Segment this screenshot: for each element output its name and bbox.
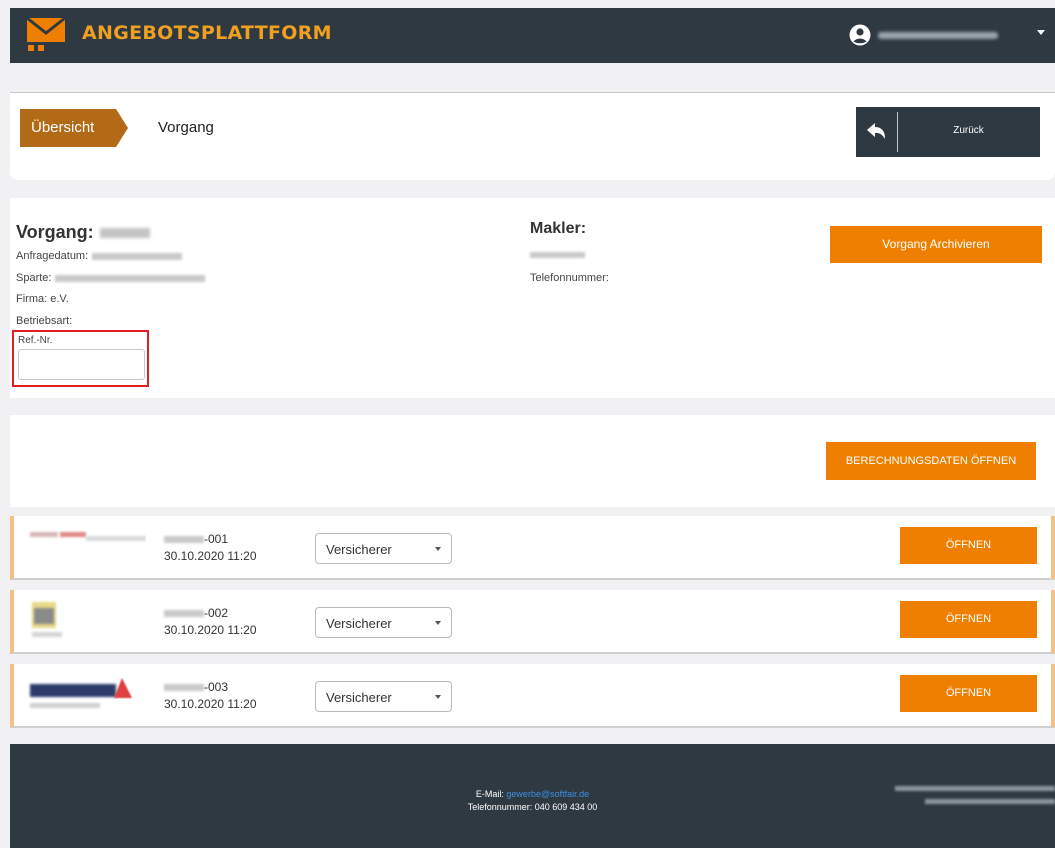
reply-arrow-icon [867, 123, 885, 139]
anfragedatum-row: Anfragedatum: [16, 250, 183, 262]
offer-datetime: 30.10.2020 11:20 [164, 697, 257, 711]
insurer-logo [32, 602, 62, 637]
chevron-down-icon [435, 547, 441, 551]
insurer-logo [30, 532, 146, 541]
makler-name-redacted [530, 252, 585, 258]
ref-nr-highlight: Ref.-Nr. [12, 330, 149, 387]
vorgang-id-redacted [99, 228, 150, 239]
insurer-logo [30, 678, 132, 708]
breadcrumb-arrow [116, 109, 128, 147]
breadcrumb-panel: Übersicht Vorgang Zurück [10, 92, 1055, 180]
open-offer-button[interactable]: ÖFFNEN [900, 527, 1037, 564]
offer-id: -002 [164, 606, 228, 620]
makler-telefon-label: Telefonnummer: [530, 272, 609, 284]
vorgang-heading: Vorgang: [16, 222, 150, 243]
breadcrumb-uebersicht[interactable]: Übersicht [20, 109, 116, 147]
ref-nr-input[interactable] [18, 349, 145, 380]
footer-copyright [895, 786, 1055, 812]
breadcrumb-vorgang: Vorgang [158, 119, 214, 136]
redacted-id [164, 684, 204, 692]
user-circle-icon[interactable] [849, 24, 871, 46]
offer-row: -003 30.10.2020 11:20 Versicherer ÖFFNEN [10, 664, 1055, 728]
offer-id: -001 [164, 532, 228, 546]
insurer-select[interactable]: Versicherer [315, 681, 452, 712]
envelope-logo-icon [26, 16, 66, 51]
back-button-label: Zurück [953, 125, 984, 136]
footer-email-link[interactable]: gewerbe@softfair.de [506, 789, 589, 799]
insurer-select[interactable]: Versicherer [315, 533, 452, 564]
offer-row: -001 30.10.2020 11:20 Versicherer ÖFFNEN [10, 516, 1055, 580]
footer: E-Mail: gewerbe@softfair.de Telefonnumme… [10, 744, 1055, 848]
offer-datetime: 30.10.2020 11:20 [164, 549, 257, 563]
redacted-id [164, 610, 204, 618]
chevron-down-icon [435, 695, 441, 699]
sparte-row: Sparte: [16, 272, 206, 284]
insurer-select-value: Versicherer [326, 542, 392, 557]
redacted-value [55, 274, 206, 282]
open-calculation-data-button[interactable]: BERECHNUNGSDATEN ÖFFNEN [826, 442, 1036, 480]
open-offer-button[interactable]: ÖFFNEN [900, 675, 1037, 712]
insurer-select-value: Versicherer [326, 690, 392, 705]
user-name[interactable] [878, 32, 998, 39]
makler-heading: Makler: [530, 220, 587, 237]
offer-datetime: 30.10.2020 11:20 [164, 623, 257, 637]
chevron-down-icon [435, 621, 441, 625]
redacted-id [164, 536, 204, 544]
firma-row: Firma: e.V. [16, 293, 69, 305]
betriebsart-row: Betriebsart: [16, 315, 73, 327]
chevron-down-icon[interactable] [1037, 30, 1045, 35]
vorgang-details-panel: Vorgang: Anfragedatum: Sparte: Firma: e.… [10, 198, 1055, 398]
insurer-select[interactable]: Versicherer [315, 607, 452, 638]
open-offer-button[interactable]: ÖFFNEN [900, 601, 1037, 638]
offer-row: -002 30.10.2020 11:20 Versicherer ÖFFNEN [10, 590, 1055, 654]
calculation-panel: BERECHNUNGSDATEN ÖFFNEN [10, 415, 1055, 507]
top-navbar: ANGEBOTSPLATTFORM [10, 8, 1055, 63]
offer-id: -003 [164, 680, 228, 694]
back-button[interactable]: Zurück [856, 107, 1040, 157]
ref-nr-label: Ref.-Nr. [18, 335, 53, 346]
insurer-select-value: Versicherer [326, 616, 392, 631]
archive-button[interactable]: Vorgang Archivieren [830, 226, 1042, 263]
app-title: ANGEBOTSPLATTFORM [82, 22, 332, 44]
redacted-value [92, 252, 183, 260]
